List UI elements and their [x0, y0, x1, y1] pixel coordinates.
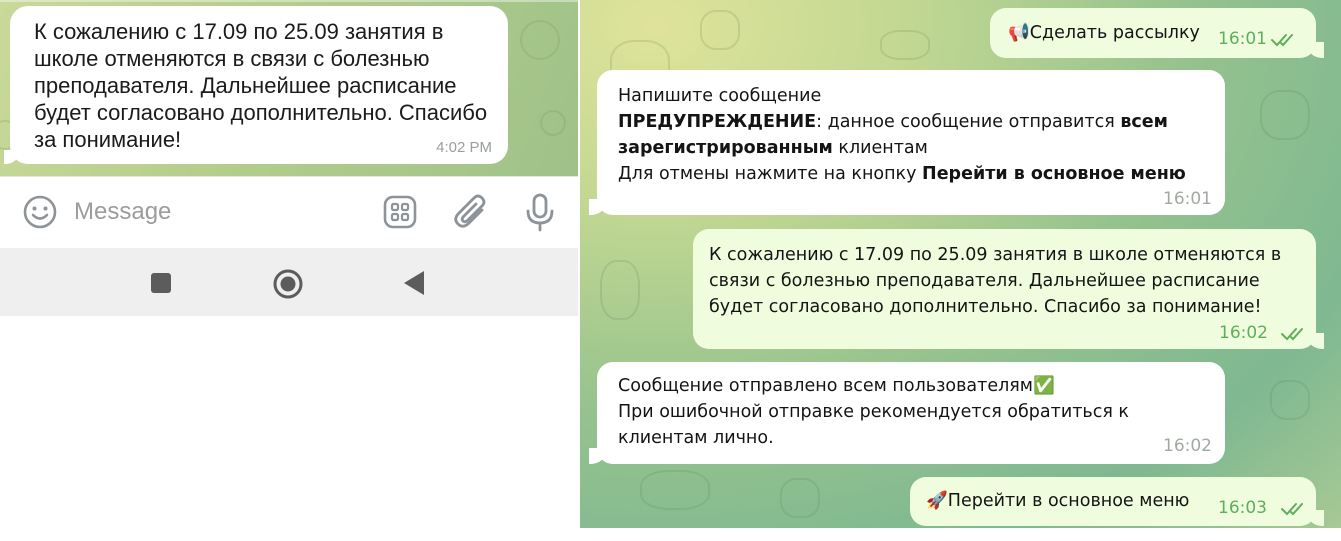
outgoing-message[interactable]: 🚀Перейти в основное меню 16:03: [910, 477, 1324, 526]
message-text: Сообщение отправлено всем пользователям✅…: [618, 373, 1218, 451]
rocket-icon: 🚀: [926, 491, 948, 511]
message-time: 16:01: [1163, 189, 1212, 209]
page-margin: [578, 528, 1341, 541]
message-line: При ошибочной отправке рекомендуется обр…: [618, 402, 1129, 422]
message-text: К сожалению с 17.09 по 25.09 занятия в ш…: [709, 242, 1309, 320]
paperclip-icon[interactable]: [452, 192, 490, 232]
wallpaper-doodle: [1270, 380, 1310, 420]
mobile-chat-area: К сожалению с 17.09 по 25.09 занятия в ш…: [0, 0, 578, 176]
double-check-icon: [1281, 328, 1303, 341]
message-text-content: Для отмены нажмите на кнопку: [618, 164, 923, 184]
message-line: Для отмены нажмите на кнопку Перейти в о…: [618, 161, 1218, 187]
divider: [0, 0, 578, 2]
message-text-content: Перейти в основное меню: [947, 491, 1190, 511]
incoming-message[interactable]: Напишите сообщение ПРЕДУПРЕЖДЕНИЕ: данно…: [589, 70, 1225, 215]
message-line: зарегистрированным клиентам: [618, 135, 1218, 161]
message-text: К сожалению с 17.09 по 25.09 занятия в ш…: [34, 19, 488, 152]
stickers-icon[interactable]: [382, 194, 418, 230]
bubble-tail: [4, 150, 20, 164]
message-text-content: : данное сообщение отправится: [816, 112, 1121, 132]
home-icon[interactable]: [272, 268, 304, 300]
emoji-icon[interactable]: [22, 194, 58, 230]
megaphone-icon: 📢: [1008, 23, 1030, 43]
wallpaper-doodle: [600, 260, 640, 320]
message-text-content: Сделать рассылку: [1029, 23, 1200, 43]
wallpaper-doodle: [1260, 90, 1310, 140]
bold-text: Перейти в основное меню: [922, 164, 1186, 184]
message-line: будет согласовано дополнительно. Спасибо…: [709, 297, 1262, 317]
wallpaper-doodle: [640, 470, 710, 510]
message-line: связи с болезнью преподавателя. Дальнейш…: [709, 271, 1260, 291]
message-time: 16:02: [1219, 323, 1268, 343]
message-line: ПРЕДУПРЕЖДЕНИЕ: данное сообщение отправи…: [618, 109, 1218, 135]
wallpaper-doodle: [880, 30, 930, 60]
message-line: клиентам лично.: [618, 428, 774, 448]
message-line: Напишите сообщение: [618, 86, 822, 106]
double-check-icon: [1281, 503, 1303, 516]
warning-label: ПРЕДУПРЕЖДЕНИЕ: [618, 112, 817, 132]
wallpaper-doodle: [780, 478, 820, 518]
message-text-content: клиентам: [832, 138, 928, 158]
check-mark-icon: ✅: [1033, 376, 1055, 396]
message-line: К сожалению с 17.09 по 25.09 занятия в ш…: [709, 245, 1282, 265]
message-text-content: Сообщение отправлено всем пользователям: [618, 376, 1034, 396]
message-input[interactable]: [74, 193, 354, 231]
message-bubble[interactable]: К сожалению с 17.09 по 25.09 занятия в ш…: [4, 6, 508, 164]
bold-text: всем: [1120, 112, 1168, 132]
back-icon[interactable]: [402, 270, 426, 296]
wallpaper-doodle: [520, 20, 560, 60]
wallpaper-doodle: [540, 110, 566, 136]
incoming-message[interactable]: Сообщение отправлено всем пользователям✅…: [589, 362, 1225, 464]
message-time: 4:02 PM: [436, 139, 492, 156]
recent-apps-icon[interactable]: [150, 272, 172, 294]
message-line: Сообщение отправлено всем пользователям✅: [618, 373, 1218, 399]
double-check-icon: [1271, 34, 1293, 47]
bubble-tail: [589, 448, 607, 464]
message-text: 📢Сделать рассылку: [1008, 20, 1200, 46]
wallpaper-doodle: [700, 10, 740, 50]
message-text: Напишите сообщение ПРЕДУПРЕЖДЕНИЕ: данно…: [618, 83, 1218, 187]
message-time: 16:03: [1218, 498, 1267, 518]
microphone-icon[interactable]: [522, 192, 558, 232]
outgoing-message[interactable]: К сожалению с 17.09 по 25.09 занятия в ш…: [693, 229, 1324, 349]
message-time: 16:02: [1163, 436, 1212, 456]
message-time: 16:01: [1218, 29, 1267, 49]
message-text: 🚀Перейти в основное меню: [926, 488, 1189, 514]
outgoing-message[interactable]: 📢Сделать рассылку 16:01: [990, 8, 1324, 58]
bubble-tail: [589, 199, 607, 215]
bold-text: зарегистрированным: [618, 138, 833, 158]
